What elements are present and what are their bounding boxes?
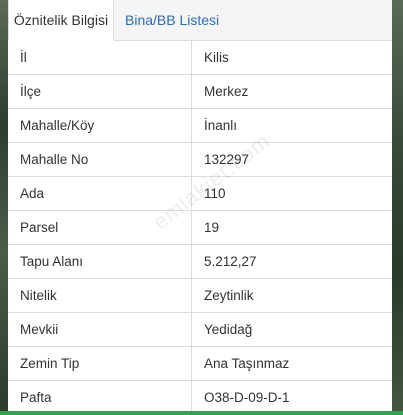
row-key: Pafta (8, 381, 192, 414)
row-value: 5.212,27 (204, 254, 257, 269)
row-key: Ada (8, 177, 192, 210)
row-value: O38-D-09-D-1 (204, 390, 290, 405)
row-key: Mahalle/Köy (8, 109, 192, 142)
table-row: Nitelik Zeytinlik (8, 279, 392, 313)
table-row: Pafta O38-D-09-D-1 (8, 381, 392, 415)
table-row: İlçe Merkez (8, 75, 392, 109)
row-key: Nitelik (8, 279, 192, 312)
table-row: Tapu Alanı 5.212,27 (8, 245, 392, 279)
tab-bar: Öznitelik Bilgisi Bina/BB Listesi (8, 0, 392, 41)
table-row: Ada 110 (8, 177, 392, 211)
table-row: Zemin Tip Ana Taşınmaz (8, 347, 392, 381)
row-value: 19 (204, 220, 220, 235)
tab-attribute-info[interactable]: Öznitelik Bilgisi (8, 0, 114, 41)
row-value: Yedidağ (204, 322, 253, 337)
accent-bar (0, 411, 403, 415)
table-row: Parsel 19 (8, 211, 392, 245)
row-key: İlçe (8, 75, 192, 108)
attribute-table: İl Kilis İlçe Merkez Mahalle/Köy İnanlı … (8, 41, 392, 415)
row-value: Merkez (204, 84, 249, 99)
row-key: Mahalle No (8, 143, 192, 176)
row-value: İnanlı (204, 118, 238, 133)
row-value: Kilis (204, 50, 229, 65)
row-key: Zemin Tip (8, 347, 192, 380)
table-row: İl Kilis (8, 41, 392, 75)
row-value: Zeytinlik (204, 288, 254, 303)
row-value: 132297 (204, 152, 250, 167)
row-value: Ana Taşınmaz (204, 356, 290, 371)
row-key: İl (8, 41, 192, 74)
parcel-info-panel: Öznitelik Bilgisi Bina/BB Listesi İl Kil… (8, 0, 392, 415)
table-row: Mevkii Yedidağ (8, 313, 392, 347)
tab-building-list[interactable]: Bina/BB Listesi (114, 0, 219, 40)
table-row: Mahalle/Köy İnanlı (8, 109, 392, 143)
row-key: Parsel (8, 211, 192, 244)
map-background-left (0, 0, 8, 415)
row-value: 110 (204, 186, 226, 201)
row-key: Tapu Alanı (8, 245, 192, 278)
table-row: Mahalle No 132297 (8, 143, 392, 177)
row-key: Mevkii (8, 313, 192, 346)
